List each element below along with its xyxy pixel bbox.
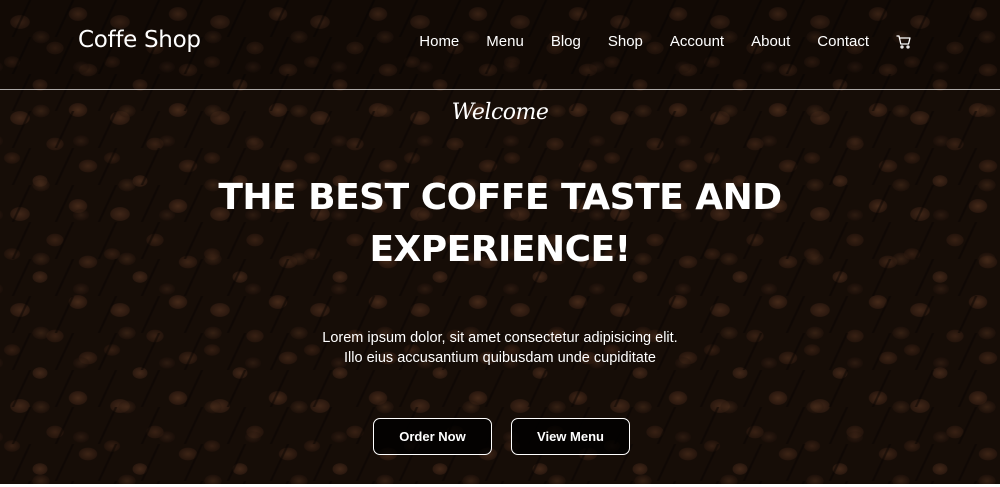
nav-link-blog[interactable]: Blog <box>551 33 581 50</box>
hero-headline: THE BEST COFFE TASTE AND EXPERIENCE! <box>150 172 850 276</box>
nav-link-account[interactable]: Account <box>670 33 724 50</box>
nav-link-contact[interactable]: Contact <box>817 33 869 50</box>
nav-menu: Home Menu Blog Shop Account About Contac… <box>392 33 912 50</box>
nav-link-menu[interactable]: Menu <box>486 33 524 50</box>
nav-link-about[interactable]: About <box>751 33 790 50</box>
order-now-button[interactable]: Order Now <box>373 418 492 455</box>
headline-line-2: EXPERIENCE! <box>369 229 631 270</box>
brand-logo[interactable]: Coffe Shop <box>78 27 201 53</box>
subtext-line-2: Illo eius accusantium quibusdam unde cup… <box>344 350 656 366</box>
hero-section: Coffe Shop Home Menu Blog Shop Account A… <box>0 0 1000 487</box>
hero-subtext: Lorem ipsum dolor, sit amet consectetur … <box>200 328 800 368</box>
welcome-script-text: Welcome <box>451 100 549 125</box>
subtext-line-1: Lorem ipsum dolor, sit amet consectetur … <box>322 330 678 346</box>
top-navigation: Coffe Shop Home Menu Blog Shop Account A… <box>0 0 1000 90</box>
cart-icon[interactable] <box>896 34 912 50</box>
headline-line-1: THE BEST COFFE TASTE AND <box>218 177 782 218</box>
view-menu-button[interactable]: View Menu <box>511 418 630 455</box>
nav-link-shop[interactable]: Shop <box>608 33 643 50</box>
nav-link-home[interactable]: Home <box>419 33 459 50</box>
